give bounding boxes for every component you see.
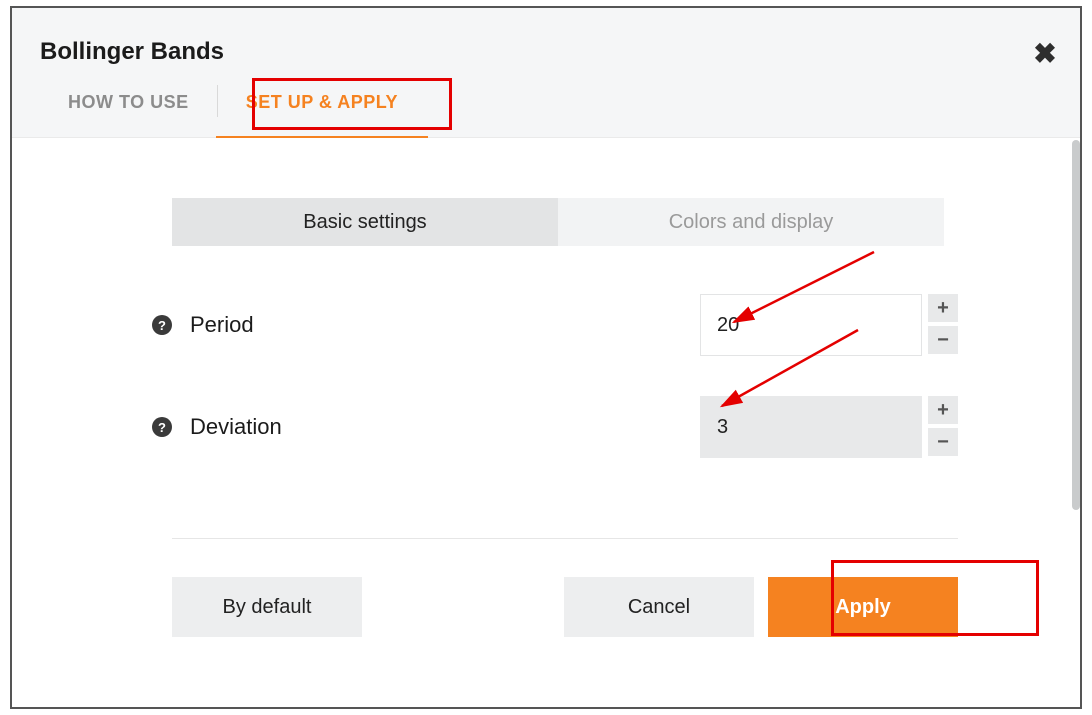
tab-how-to-use[interactable]: HOW TO USE [46, 78, 211, 137]
deviation-decrement-button[interactable]: − [928, 428, 958, 456]
tab-setup-apply[interactable]: SET UP & APPLY [224, 78, 420, 137]
segment-colors-and-display[interactable]: Colors and display [558, 198, 944, 246]
period-stepper: + − [700, 294, 958, 356]
apply-button[interactable]: Apply [768, 577, 958, 637]
cancel-button[interactable]: Cancel [564, 577, 754, 637]
tab-bar: HOW TO USE SET UP & APPLY [46, 78, 420, 137]
period-decrement-button[interactable]: − [928, 326, 958, 354]
by-default-button[interactable]: By default [172, 577, 362, 637]
period-input[interactable] [700, 294, 922, 356]
deviation-stepper: + − [700, 396, 958, 458]
separator [172, 538, 958, 539]
dialog-title: Bollinger Bands [40, 38, 224, 66]
dialog-frame: Bollinger Bands ✖ HOW TO USE SET UP & AP… [10, 6, 1082, 709]
row-deviation: ? Deviation + − [152, 396, 1000, 458]
label-deviation: Deviation [190, 414, 530, 440]
dialog-content: Basic settings Colors and display ? Peri… [12, 138, 1080, 677]
close-icon[interactable]: ✖ [1028, 36, 1062, 70]
dialog-footer: By default Cancel Apply [172, 577, 958, 637]
help-icon[interactable]: ? [152, 315, 172, 335]
settings-segmented-control: Basic settings Colors and display [172, 198, 944, 246]
segment-basic-settings[interactable]: Basic settings [172, 198, 558, 246]
label-period: Period [190, 312, 530, 338]
deviation-increment-button[interactable]: + [928, 396, 958, 424]
tab-divider [217, 85, 218, 117]
scrollbar-thumb[interactable] [1072, 140, 1080, 510]
dialog-header: Bollinger Bands ✖ HOW TO USE SET UP & AP… [12, 8, 1080, 138]
deviation-input[interactable] [700, 396, 922, 458]
row-period: ? Period + − [152, 294, 1000, 356]
help-icon[interactable]: ? [152, 417, 172, 437]
period-increment-button[interactable]: + [928, 294, 958, 322]
